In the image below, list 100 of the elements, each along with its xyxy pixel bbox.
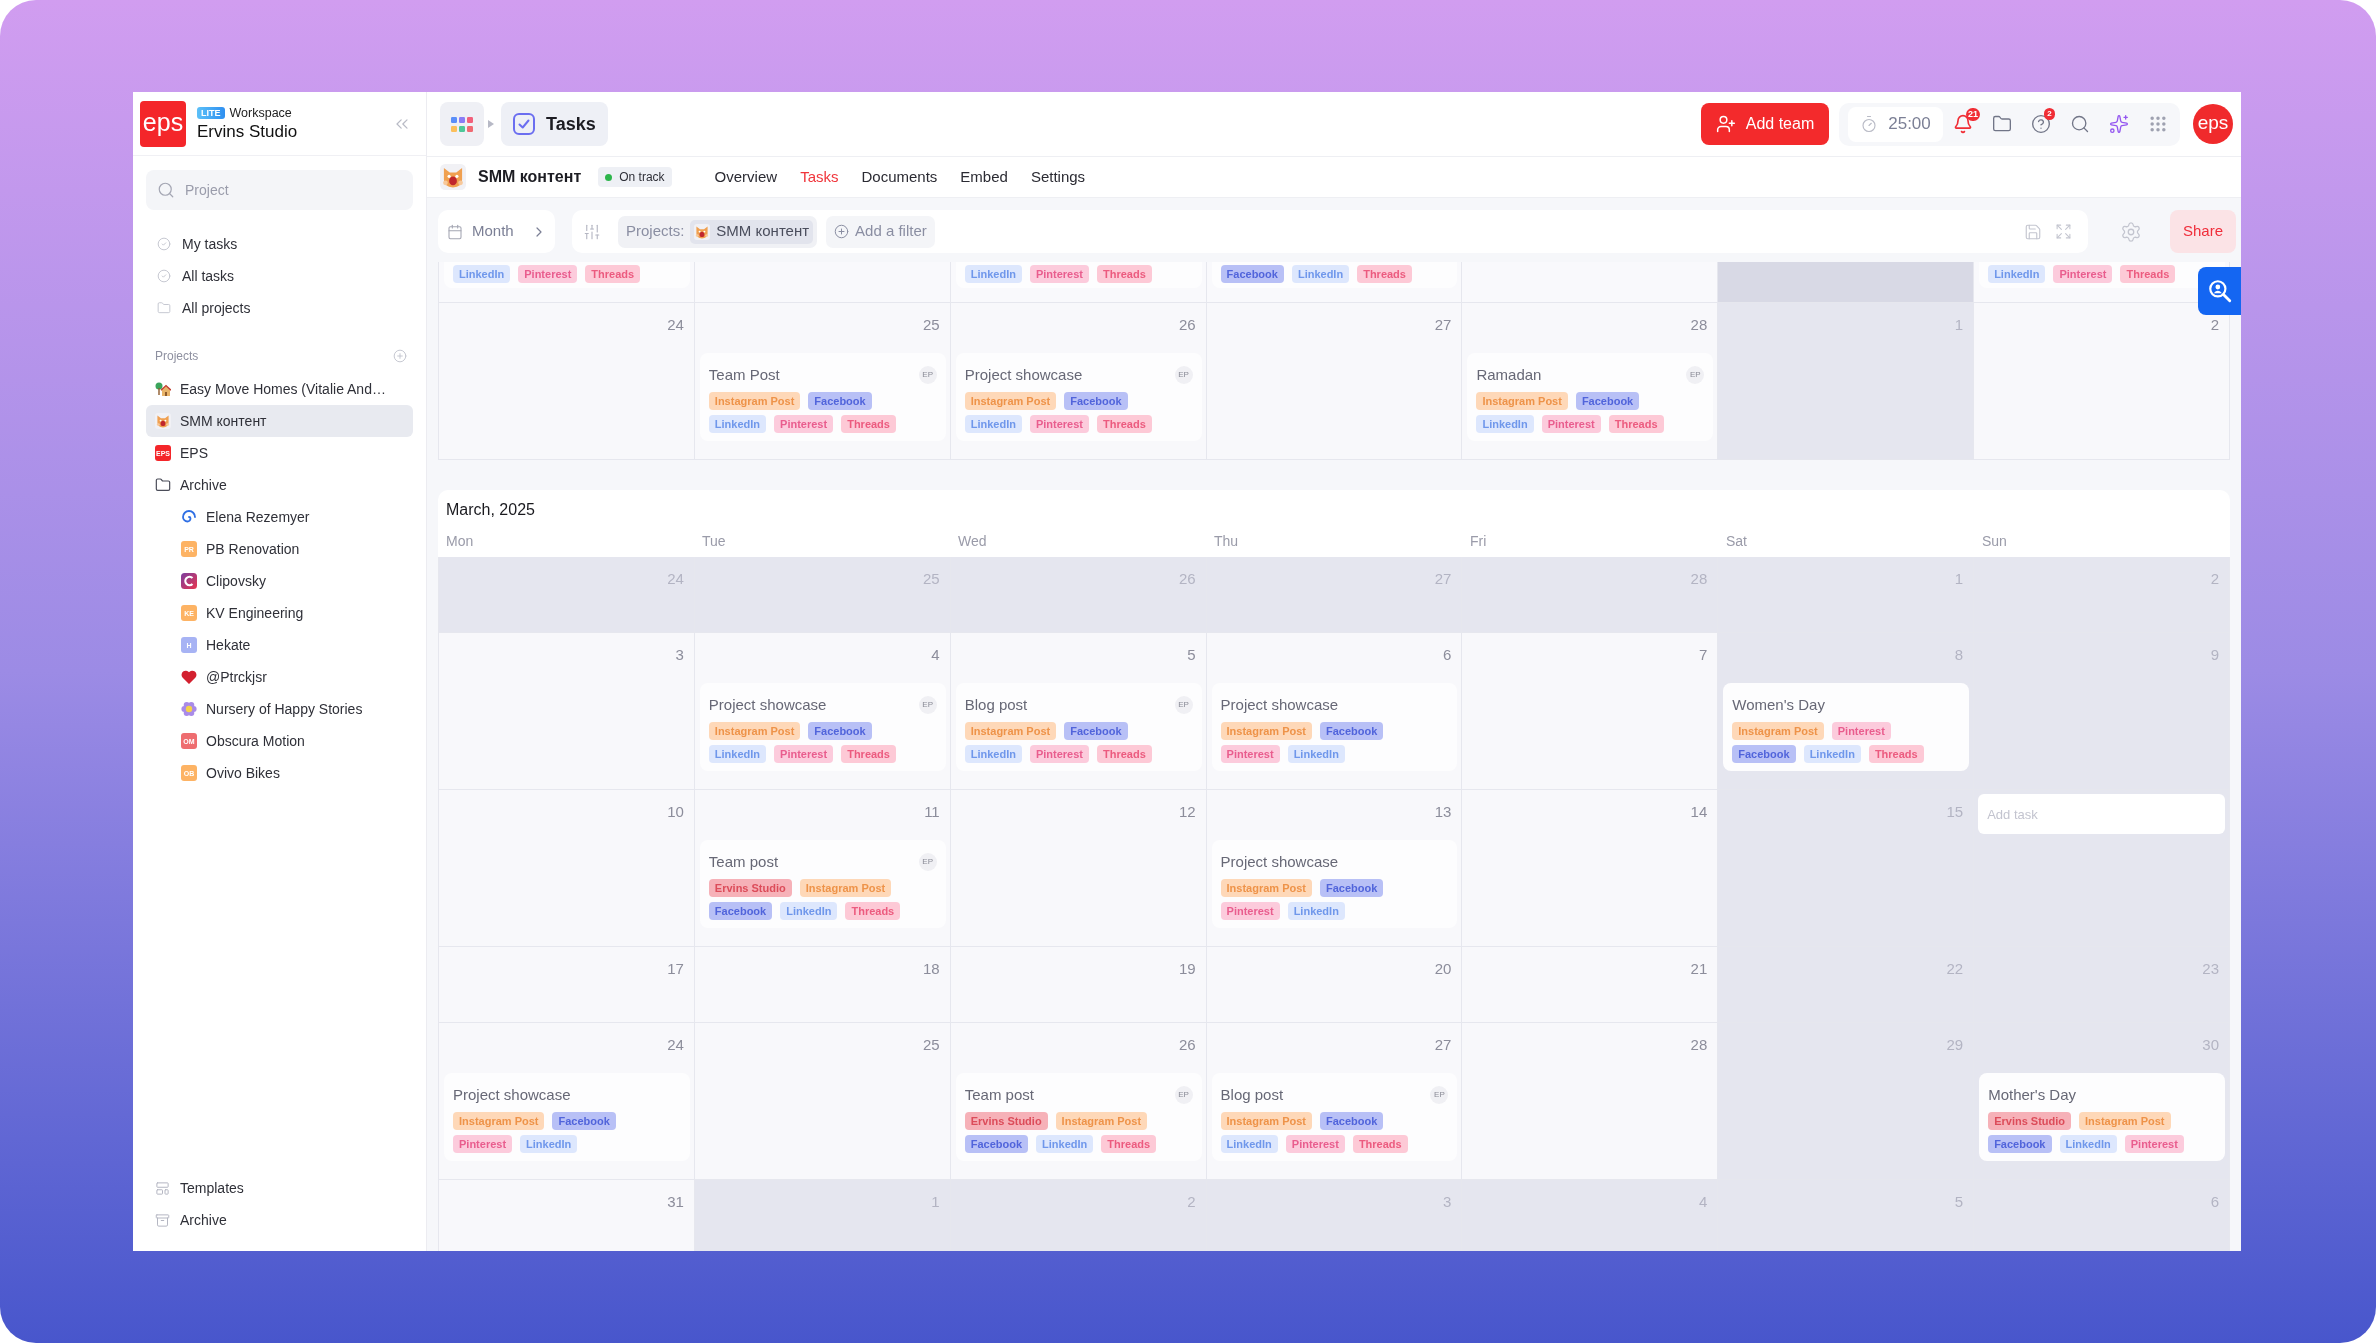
channel-tag: LinkedIn: [2059, 1135, 2117, 1153]
task-card[interactable]: Project showcase EP Instagram Post Facebook LinkedIn Pinterest Threads: [699, 683, 946, 771]
sliders-icon[interactable]: [583, 222, 601, 241]
task-card[interactable]: Project showcase EP Instagram Post Facebook LinkedIn Pinterest Threads: [955, 353, 1202, 441]
cat-face-icon: [155, 413, 171, 429]
channel-tag: Instagram Post: [453, 1112, 545, 1130]
tab[interactable]: Settings: [1030, 165, 1086, 189]
channel-tag: Instagram Post: [1476, 392, 1568, 410]
help-button[interactable]: 2: [2021, 106, 2060, 142]
channel-tag: Threads: [845, 902, 901, 920]
channel-tag: LinkedIn: [964, 745, 1022, 763]
status-dot-icon: [605, 173, 613, 181]
channel-tag: Facebook: [808, 722, 872, 740]
floating-search-button[interactable]: [2198, 267, 2241, 315]
channel-tag: Ervins Studio: [1988, 1112, 2072, 1130]
task-card[interactable]: Project showcase Instagram Post Facebook Pinterest LinkedIn: [1211, 683, 1458, 771]
assignee-avatar: EP: [1174, 366, 1193, 384]
task-card[interactable]: Project showcase Instagram Post Facebook Pinterest LinkedIn: [444, 1073, 690, 1161]
share-button[interactable]: Share: [2170, 210, 2236, 253]
task-card[interactable]: Women's Day Instagram Post Pinterest Facebook LinkedIn Threads: [1723, 683, 1970, 771]
task-title: Mother's Day: [1988, 1084, 2077, 1105]
task-title: Women's Day: [1732, 694, 1825, 715]
channel-tag: LinkedIn: [780, 902, 838, 920]
heart-icon: [181, 670, 197, 684]
channel-tag: Instagram Post: [1732, 722, 1824, 740]
tab[interactable]: Embed: [960, 165, 1008, 189]
nav-item[interactable]: All tasks: [146, 260, 413, 292]
day-number: 25: [923, 315, 941, 334]
month-view-button[interactable]: Month: [438, 210, 555, 253]
task-card[interactable]: Mother's Day Ervins Studio Instagram Post Facebook LinkedIn Pinterest: [1979, 1073, 2225, 1161]
day-number: 28: [1690, 1035, 1709, 1054]
channel-tag: Pinterest: [1285, 1135, 1345, 1153]
status-label: On track: [619, 169, 665, 186]
channel-tag: Threads: [1352, 1135, 1408, 1153]
day-number: 18: [923, 959, 941, 978]
channel-tag: Pinterest: [518, 265, 578, 283]
project-item[interactable]: @Ptrckjsr: [146, 661, 413, 693]
day-number: 27: [1434, 1035, 1453, 1054]
task-card[interactable]: Team post EP Ervins Studio Instagram Post Facebook LinkedIn Threads: [699, 840, 946, 928]
timer-button[interactable]: 25:00: [1848, 106, 1943, 142]
day-number: 2: [2210, 315, 2220, 334]
project-item[interactable]: Easy Move Homes (Vitalie And…: [146, 373, 413, 405]
add-team-button[interactable]: Add team: [1701, 103, 1829, 145]
channel-tag: Instagram Post: [1055, 1112, 1148, 1130]
nav-item[interactable]: My tasks: [146, 228, 413, 260]
channel-tag: LinkedIn: [1803, 745, 1861, 763]
search-field[interactable]: Project: [146, 170, 413, 210]
tab[interactable]: Tasks: [800, 165, 839, 189]
add-project-button[interactable]: [393, 349, 407, 363]
task-title: Blog post: [1220, 1084, 1284, 1105]
tasks-breadcrumb[interactable]: Tasks: [501, 102, 608, 146]
project-title: SMM контент: [478, 167, 582, 187]
task-card[interactable]: Project showcase Instagram Post Facebook Pinterest LinkedIn: [1211, 840, 1458, 928]
notifications-button[interactable]: 21: [1943, 106, 1982, 142]
caret-icon: [488, 120, 494, 128]
account-avatar[interactable]: eps: [2193, 104, 2233, 144]
house-with-tree-icon: [155, 381, 171, 397]
apps-button[interactable]: [440, 102, 484, 146]
assignee-avatar: EP: [1174, 1086, 1193, 1104]
day-number: 25: [923, 1035, 941, 1054]
project-item[interactable]: SMM контент: [146, 405, 413, 437]
task-title: Project showcase: [1220, 851, 1339, 872]
project-item[interactable]: Nursery of Happy Stories: [146, 693, 413, 725]
channel-tag: Facebook: [708, 902, 773, 920]
task-card[interactable]: Blog post EP Instagram Post Facebook LinkedIn Pinterest Threads: [1211, 1073, 1458, 1161]
section-heading: Projects: [155, 348, 199, 365]
filter-label: Projects:: [626, 221, 685, 242]
project-item[interactable]: Elena Rezemyer: [146, 501, 413, 533]
folder-icon: [157, 301, 171, 315]
project-item[interactable]: Clipovsky: [146, 565, 413, 597]
day-number: 26: [1178, 1035, 1197, 1054]
workspace-label: Workspace: [229, 104, 292, 121]
channel-tag: LinkedIn: [1036, 1135, 1094, 1153]
day-number: 7: [1698, 645, 1709, 664]
template-icon: [155, 1180, 170, 1196]
task-card[interactable]: Team Post EP Instagram Post Facebook LinkedIn Pinterest Threads: [699, 353, 946, 441]
add-task-field[interactable]: Add task: [1978, 794, 2225, 834]
project-item[interactable]: Archive: [146, 469, 413, 501]
channel-tag: Pinterest: [453, 1135, 513, 1153]
footer-item[interactable]: Templates: [146, 1172, 413, 1204]
channel-tag: LinkedIn: [964, 265, 1022, 283]
task-card[interactable]: Team post EP Ervins Studio Instagram Post Facebook LinkedIn Threads: [955, 1073, 1202, 1161]
channel-tag: Threads: [1097, 745, 1152, 763]
add-filter-button[interactable]: Add a filter: [826, 215, 935, 248]
task-card[interactable]: Blog post EP Instagram Post Facebook LinkedIn Pinterest Threads: [955, 683, 1202, 771]
channel-tag: Facebook: [1575, 392, 1640, 410]
filter-value-chip[interactable]: SMM контент: [690, 219, 814, 244]
c-logo-icon: [181, 573, 197, 589]
footer-item[interactable]: Archive: [146, 1204, 413, 1236]
tab[interactable]: Overview: [714, 165, 778, 189]
nav-item[interactable]: All projects: [146, 292, 413, 324]
weekday-label: Fri: [1469, 532, 1488, 550]
channel-tag: Ervins Studio: [964, 1112, 1048, 1130]
channel-tag: Facebook: [1064, 392, 1128, 410]
task-card[interactable]: Ramadan EP Instagram Post Facebook LinkedIn Pinterest Threads: [1467, 353, 1714, 441]
filter-chip[interactable]: Projects: SMM контент: [618, 215, 818, 248]
tab[interactable]: Documents: [861, 165, 938, 189]
channel-tag: Threads: [1101, 1135, 1157, 1153]
day-number: 3: [675, 645, 685, 664]
weekday-label: Sat: [1725, 532, 1748, 550]
